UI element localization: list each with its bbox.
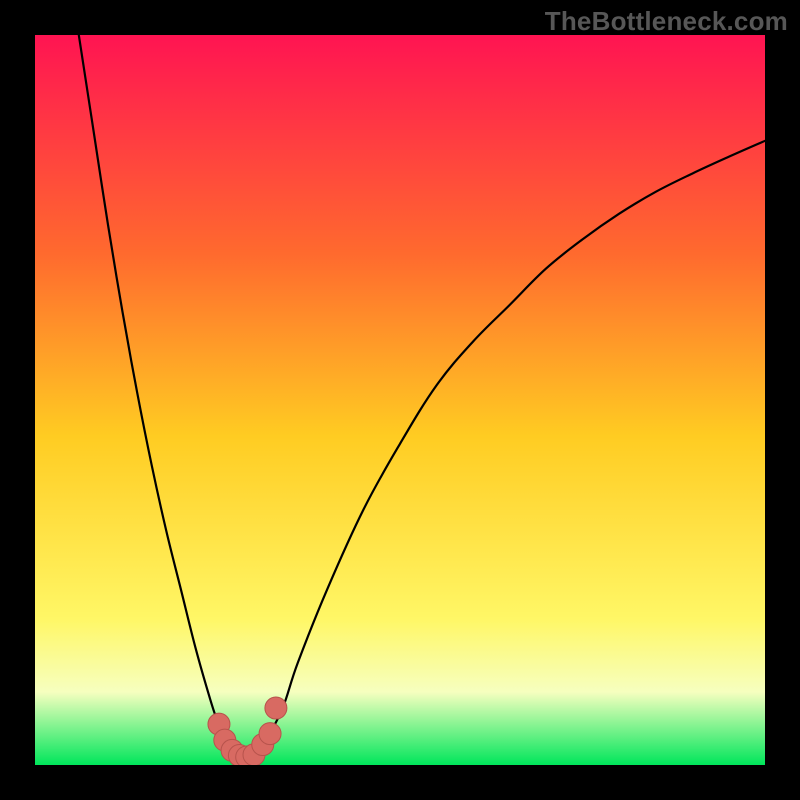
outer-frame: TheBottleneck.com: [0, 0, 800, 800]
gradient-background: [35, 35, 765, 765]
chart-svg: [35, 35, 765, 765]
marker-dot: [259, 723, 281, 745]
marker-dot: [265, 697, 287, 719]
plot-area: [35, 35, 765, 765]
watermark-text: TheBottleneck.com: [545, 6, 788, 37]
